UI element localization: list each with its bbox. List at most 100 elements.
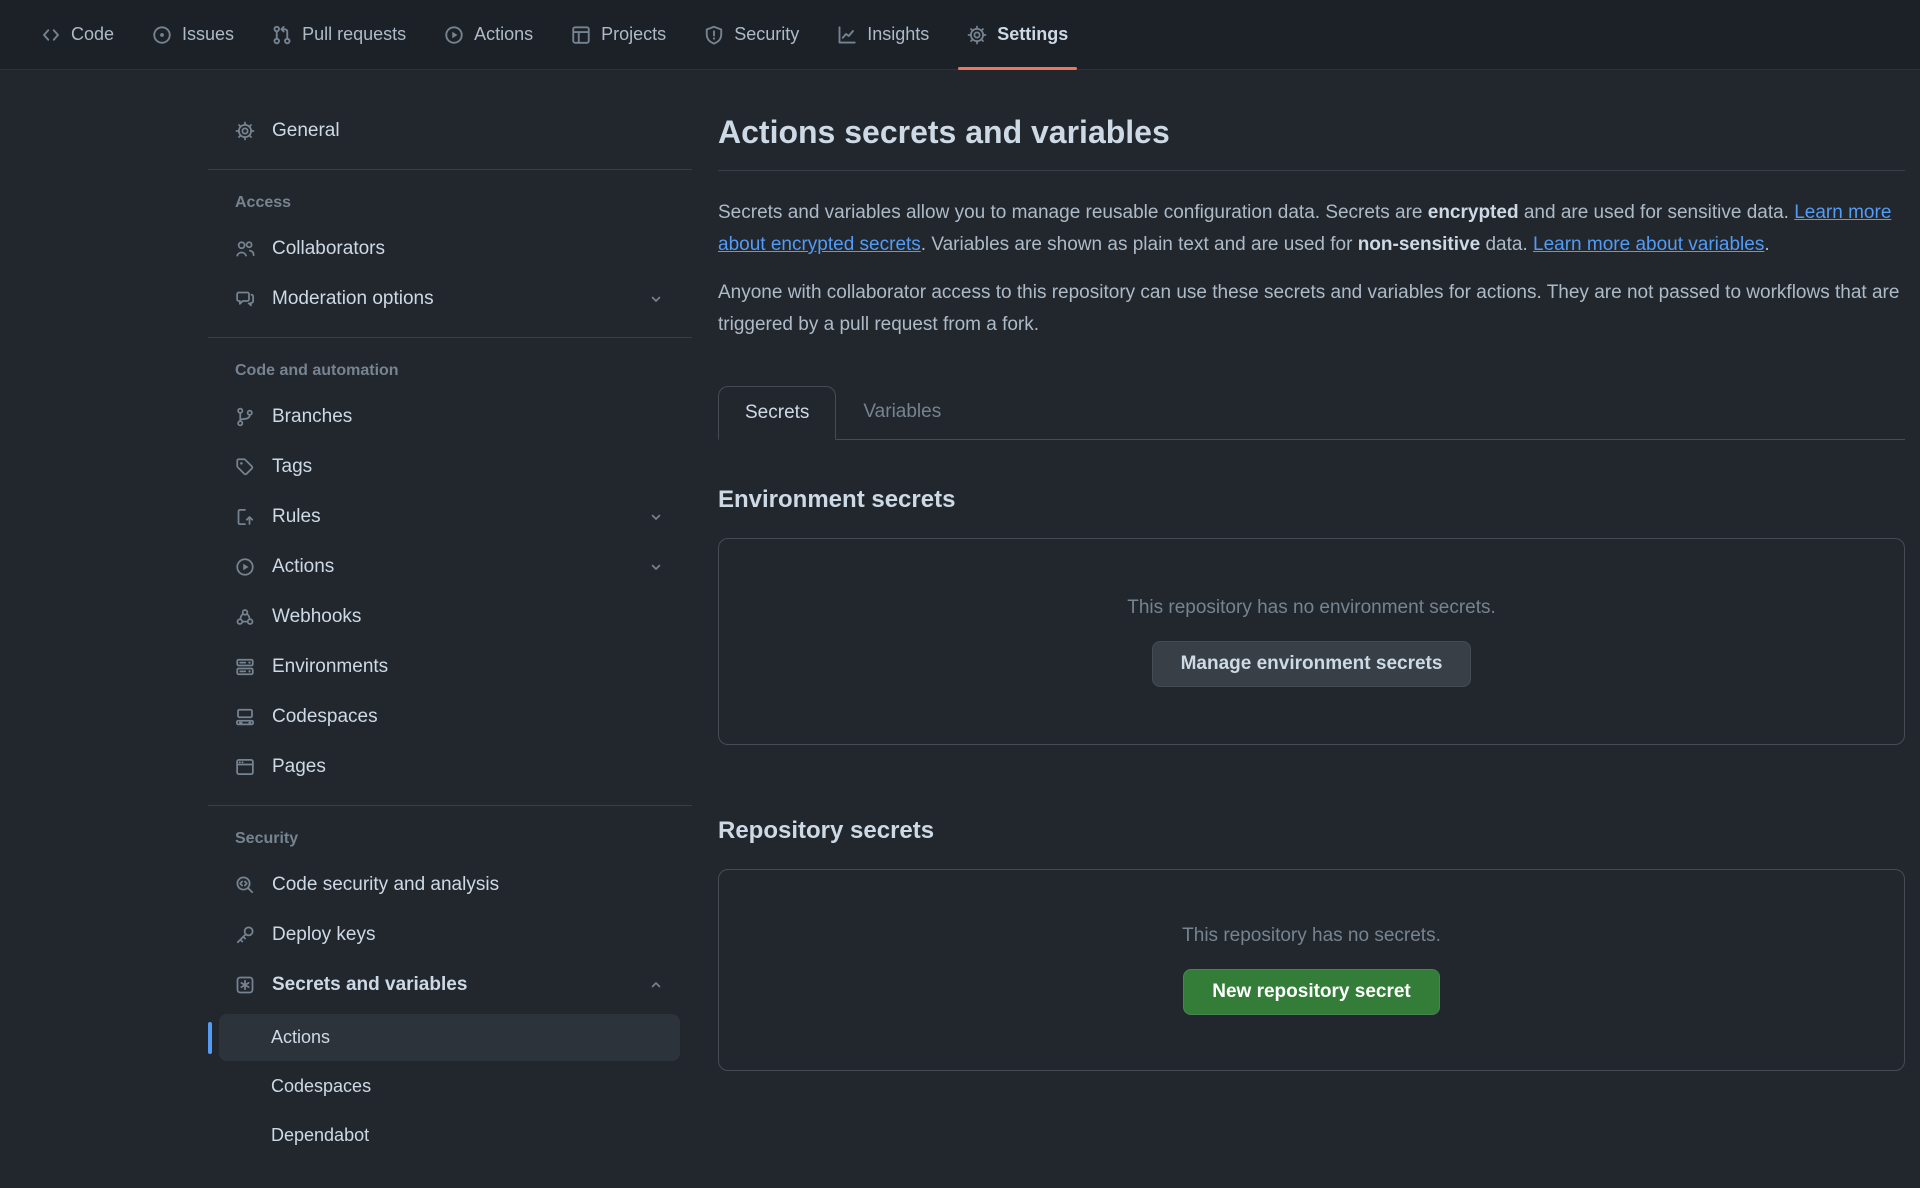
nav-item-insights[interactable]: Insights: [818, 0, 948, 69]
settings-sidebar: General Access Collaborators Moderation …: [208, 110, 692, 1161]
settings-layout: General Access Collaborators Moderation …: [0, 70, 1920, 1161]
secrets-variables-tabbar: Secrets Variables: [718, 385, 1905, 440]
sidebar-item-collaborators[interactable]: Collaborators: [219, 228, 680, 269]
issue-icon: [152, 25, 172, 45]
sidebar-subitem-dependabot[interactable]: Dependabot: [219, 1112, 680, 1159]
sidebar-item-label: Moderation options: [272, 288, 434, 310]
chevron-down-icon: [648, 509, 664, 525]
sidebar-item-label: Pages: [272, 756, 326, 778]
page-title: Actions secrets and variables: [718, 110, 1905, 154]
sidebar-item-label: Collaborators: [272, 238, 385, 260]
sidebar-subitem-label: Actions: [271, 1027, 330, 1048]
sidebar-item-general[interactable]: General: [219, 110, 680, 151]
graph-icon: [837, 25, 857, 45]
repository-secrets-box: This repository has no secrets. New repo…: [718, 869, 1905, 1071]
people-icon: [235, 239, 255, 259]
nav-item-actions[interactable]: Actions: [425, 0, 552, 69]
sidebar-item-label: Deploy keys: [272, 924, 376, 946]
repository-secrets-empty-text: This repository has no secrets.: [1182, 925, 1441, 947]
collaborator-paragraph: Anyone with collaborator access to this …: [718, 277, 1905, 341]
sidebar-item-label: Environments: [272, 656, 388, 678]
sidebar-item-secrets-variables[interactable]: Secrets and variables: [219, 964, 680, 1005]
sidebar-subitem-label: Codespaces: [271, 1076, 371, 1097]
nav-item-code[interactable]: Code: [22, 0, 133, 69]
git-branch-icon: [235, 407, 255, 427]
intro-text: and are used for sensitive data.: [1519, 202, 1795, 223]
sidebar-item-actions[interactable]: Actions: [219, 546, 680, 587]
sidebar-section-header-code-automation: Code and automation: [235, 362, 692, 380]
nav-item-label: Pull requests: [302, 24, 406, 45]
nav-item-label: Settings: [997, 24, 1068, 45]
intro-paragraph: Secrets and variables allow you to manag…: [718, 197, 1905, 261]
sidebar-item-tags[interactable]: Tags: [219, 446, 680, 487]
sidebar-item-codespaces[interactable]: Codespaces: [219, 696, 680, 737]
webhook-icon: [235, 607, 255, 627]
sidebar-subitem-label: Dependabot: [271, 1125, 369, 1146]
intro-text: . Variables are shown as plain text and …: [921, 234, 1358, 255]
rules-icon: [235, 507, 255, 527]
sidebar-item-label: General: [272, 120, 340, 142]
sidebar-item-label: Tags: [272, 456, 312, 478]
nav-item-label: Actions: [474, 24, 533, 45]
intro-text: data.: [1480, 234, 1533, 255]
tag-icon: [235, 457, 255, 477]
gear-icon: [235, 121, 255, 141]
nav-item-pull-requests[interactable]: Pull requests: [253, 0, 425, 69]
sidebar-divider: [208, 805, 692, 806]
nav-item-settings[interactable]: Settings: [948, 0, 1087, 69]
intro-bold-non-sensitive: non-sensitive: [1358, 234, 1480, 255]
nav-item-projects[interactable]: Projects: [552, 0, 685, 69]
tab-variables[interactable]: Variables: [836, 385, 968, 439]
sidebar-divider: [208, 169, 692, 170]
sidebar-item-branches[interactable]: Branches: [219, 396, 680, 437]
nav-item-security[interactable]: Security: [685, 0, 818, 69]
chevron-down-icon: [648, 559, 664, 575]
sidebar-subitem-codespaces[interactable]: Codespaces: [219, 1063, 680, 1110]
play-icon: [444, 25, 464, 45]
code-scan-icon: [235, 875, 255, 895]
table-icon: [571, 25, 591, 45]
asterisk-box-icon: [235, 975, 255, 995]
sidebar-item-code-security[interactable]: Code security and analysis: [219, 864, 680, 905]
nav-item-label: Projects: [601, 24, 666, 45]
sidebar-item-webhooks[interactable]: Webhooks: [219, 596, 680, 637]
shield-icon: [704, 25, 724, 45]
nav-item-label: Insights: [867, 24, 929, 45]
intro-text: Secrets and variables allow you to manag…: [718, 202, 1428, 223]
sidebar-section-header-security: Security: [235, 830, 692, 848]
manage-environment-secrets-button[interactable]: Manage environment secrets: [1152, 641, 1472, 687]
code-icon: [41, 25, 61, 45]
sidebar-item-label: Codespaces: [272, 706, 378, 728]
environment-secrets-empty-text: This repository has no environment secre…: [1127, 597, 1496, 619]
repository-secrets-heading: Repository secrets: [718, 817, 1905, 845]
sidebar-item-pages[interactable]: Pages: [219, 746, 680, 787]
title-divider: [718, 170, 1905, 171]
sidebar-item-label: Branches: [272, 406, 352, 428]
codespaces-icon: [235, 707, 255, 727]
sidebar-item-moderation-options[interactable]: Moderation options: [219, 278, 680, 319]
chevron-up-icon: [648, 977, 664, 993]
browser-icon: [235, 757, 255, 777]
server-icon: [235, 657, 255, 677]
environment-secrets-heading: Environment secrets: [718, 486, 1905, 514]
key-icon: [235, 925, 255, 945]
sidebar-item-label: Rules: [272, 506, 321, 528]
sidebar-divider: [208, 337, 692, 338]
intro-text: .: [1764, 234, 1769, 255]
nav-item-label: Issues: [182, 24, 234, 45]
sidebar-item-rules[interactable]: Rules: [219, 496, 680, 537]
sidebar-subitem-actions[interactable]: Actions: [219, 1014, 680, 1061]
sidebar-item-environments[interactable]: Environments: [219, 646, 680, 687]
new-repository-secret-button[interactable]: New repository secret: [1183, 969, 1440, 1015]
sidebar-item-deploy-keys[interactable]: Deploy keys: [219, 914, 680, 955]
sidebar-section-header-access: Access: [235, 194, 692, 212]
tab-secrets[interactable]: Secrets: [718, 386, 836, 440]
sidebar-item-label: Webhooks: [272, 606, 361, 628]
sidebar-item-label: Secrets and variables: [272, 974, 467, 996]
nav-item-issues[interactable]: Issues: [133, 0, 253, 69]
sidebar-item-label: Actions: [272, 556, 334, 578]
main-content: Actions secrets and variables Secrets an…: [718, 110, 1920, 1161]
repo-nav: Code Issues Pull requests Actions Projec…: [0, 0, 1920, 70]
link-variables[interactable]: Learn more about variables: [1533, 234, 1764, 255]
pull-request-icon: [272, 25, 292, 45]
